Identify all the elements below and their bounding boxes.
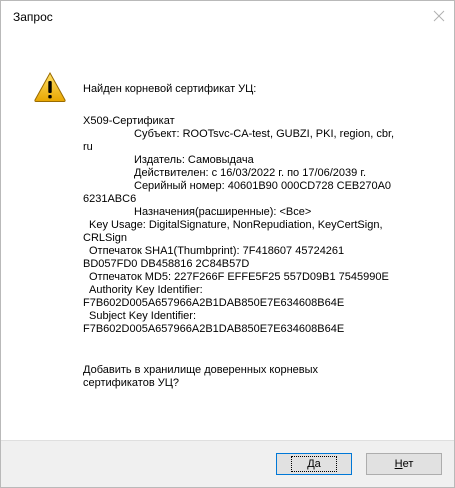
cert-info-line: Key Usage: DigitalSignature, NonRepudiat…	[89, 219, 383, 231]
cert-info-line: F7B602D005A657966A2B1DAB850E7E634608B64E	[83, 297, 345, 309]
cert-info-line: Серийный номер: 40601B90 000CD728 CEB270…	[134, 180, 392, 192]
yes-button-label: Да	[291, 456, 337, 472]
cert-info-line: Субъект: ROOTsvc-CA-test, GUBZI, PKI, re…	[134, 128, 395, 140]
cert-info-line: Authority Key Identifier:	[89, 284, 203, 296]
close-button[interactable]	[424, 1, 454, 31]
button-bar: Да Нет	[1, 440, 454, 487]
cert-info-line: BD057FD0 DB458816 2C84B57D	[83, 258, 250, 270]
yes-button[interactable]: Да	[276, 453, 352, 475]
dialog-content: Найден корневой сертификат УЦ: X509-Серт…	[1, 31, 454, 441]
no-button-label: Нет	[395, 458, 414, 470]
cert-info-line: 6231ABC6	[83, 193, 137, 205]
cert-info-line: CRLSign	[83, 232, 128, 244]
question-text: Добавить в хранилище доверенных корневых	[83, 364, 319, 376]
cert-info-line: Назначения(расширенные): <Все>	[134, 206, 312, 218]
no-label-rest: ет	[402, 458, 414, 470]
cert-info-line: Отпечаток SHA1(Thumbprint): 7F418607 457…	[89, 245, 345, 257]
title-bar: Запрос	[1, 1, 454, 31]
cert-info-line: Отпечаток MD5: 227F266F EFFE5F25 557D09B…	[89, 271, 389, 283]
dialog-title: Запрос	[13, 10, 53, 24]
cert-info-line: Subject Key Identifier:	[89, 310, 197, 322]
warning-icon	[34, 71, 66, 102]
no-button[interactable]: Нет	[366, 453, 442, 475]
cert-info-line: X509-Сертификат	[83, 115, 175, 127]
no-mnemonic: Н	[394, 458, 403, 470]
cert-info-line: Издатель: Самовыдача	[134, 154, 254, 166]
yes-mnemonic: Д	[307, 458, 315, 470]
question-text: сертификатов УЦ?	[83, 377, 179, 389]
cert-info-line: F7B602D005A657966A2B1DAB850E7E634608B64E	[83, 323, 345, 335]
dialog-window: Запрос Найден корневой сертификат УЦ: X5…	[0, 0, 455, 488]
cert-info-line: ru	[83, 141, 93, 153]
yes-label-rest: а	[314, 458, 321, 470]
dialog-heading: Найден корневой сертификат УЦ:	[83, 83, 257, 95]
cert-info-line: Действителен: с 16/03/2022 г. по 17/06/2…	[134, 167, 367, 179]
close-icon[interactable]	[433, 10, 445, 22]
